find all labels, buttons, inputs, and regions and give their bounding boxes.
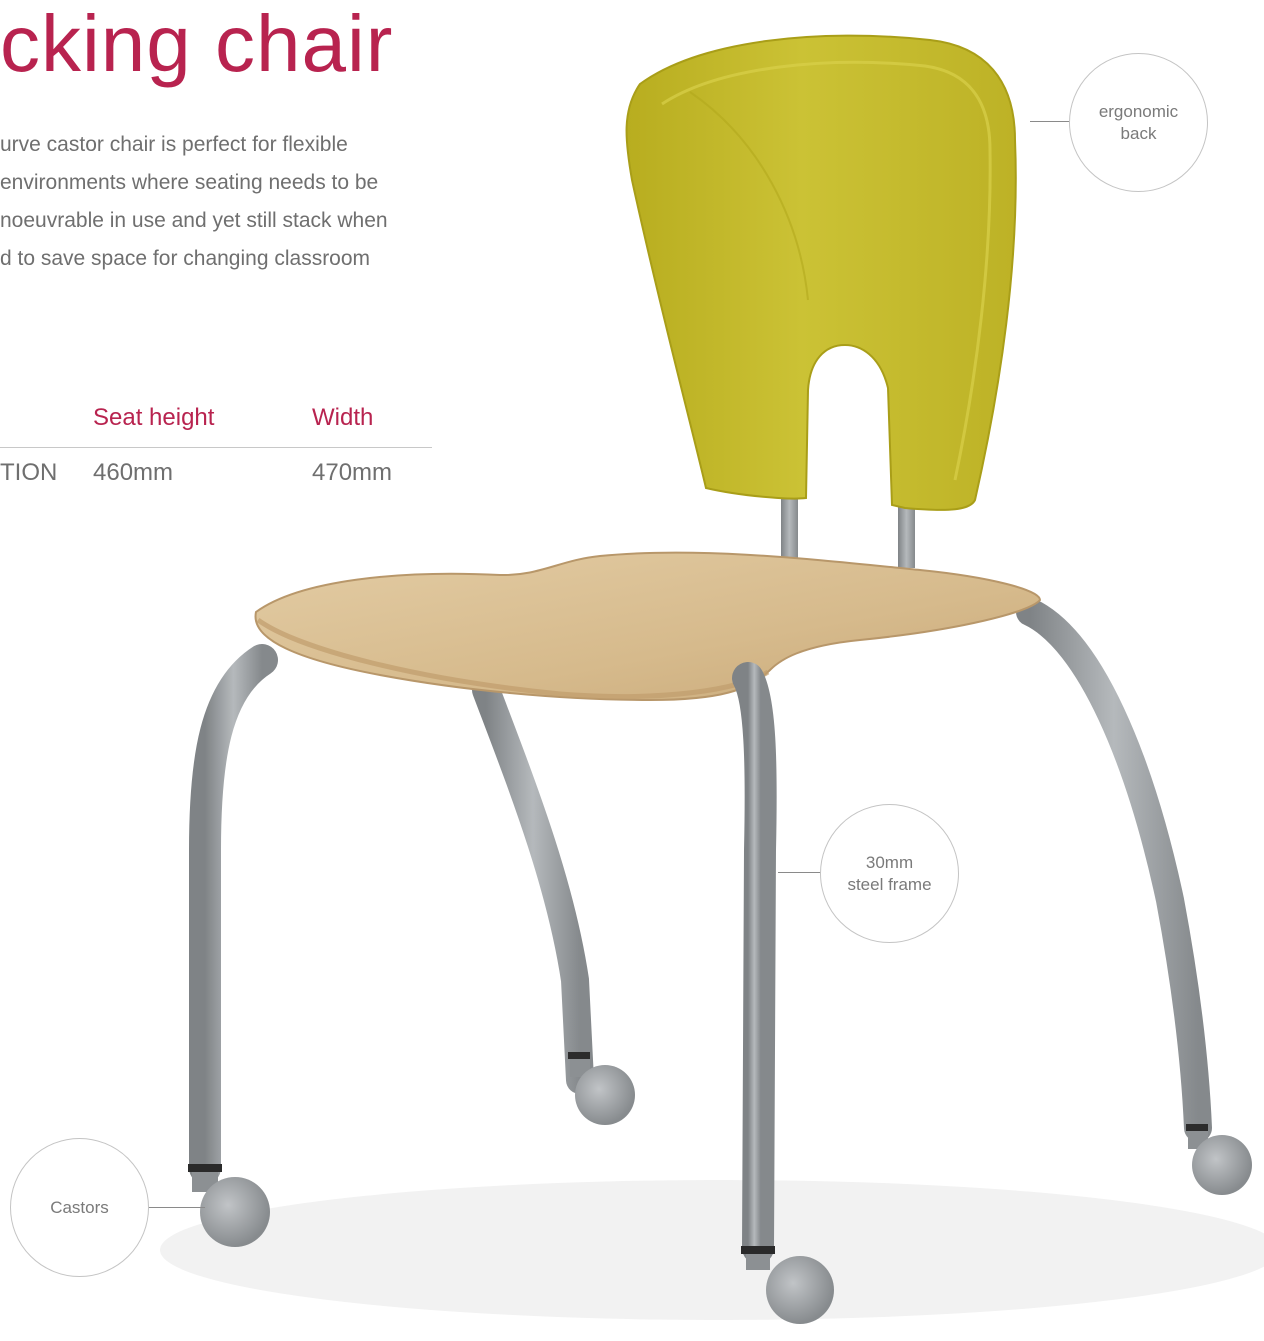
castors-callout-leader xyxy=(147,1207,205,1208)
callout-back-line: back xyxy=(1120,123,1157,143)
callout-steel-frame: 30mm steel frame xyxy=(820,804,959,943)
frame-callout-leader xyxy=(778,872,821,873)
callout-frame-line: 30mm xyxy=(865,852,914,872)
product-description: urve castor chair is perfect for flexibl… xyxy=(0,126,440,278)
callout-back-line: ergonomic xyxy=(1098,101,1179,121)
spec-seat-height-value: 460mm xyxy=(93,459,174,486)
callout-frame-line: steel frame xyxy=(847,874,932,894)
callout-ergonomic-back: ergonomic back xyxy=(1069,53,1208,192)
page-title: cking chair xyxy=(0,0,394,88)
front-leg-right xyxy=(732,662,777,1264)
castor-rear-left xyxy=(570,1059,635,1125)
back-callout-leader xyxy=(1030,121,1070,122)
rear-leg-left xyxy=(472,676,594,1094)
spec-row-label: TION xyxy=(0,459,58,486)
callout-castors-label: Castors xyxy=(50,1197,109,1217)
description-line: noeuvrable in use and yet still stack wh… xyxy=(0,209,388,232)
spec-header-width: Width xyxy=(312,404,374,431)
spec-header-seat-height: Seat height xyxy=(93,404,215,431)
spec-divider xyxy=(0,447,432,448)
description-line: d to save space for changing classroom xyxy=(0,247,371,270)
castor-rear-right xyxy=(1188,1131,1252,1195)
spec-width-value: 470mm xyxy=(312,459,393,486)
rear-leg-right xyxy=(1016,598,1212,1142)
floor-shadow xyxy=(160,1180,1264,1320)
backrest-shell xyxy=(625,34,1017,511)
description-line: environments where seating needs to be xyxy=(0,171,379,194)
description-line: urve castor chair is perfect for flexibl… xyxy=(0,133,348,156)
callout-castors: Castors xyxy=(10,1138,149,1277)
front-leg-left xyxy=(189,644,278,1184)
seat-pan xyxy=(254,551,1042,702)
